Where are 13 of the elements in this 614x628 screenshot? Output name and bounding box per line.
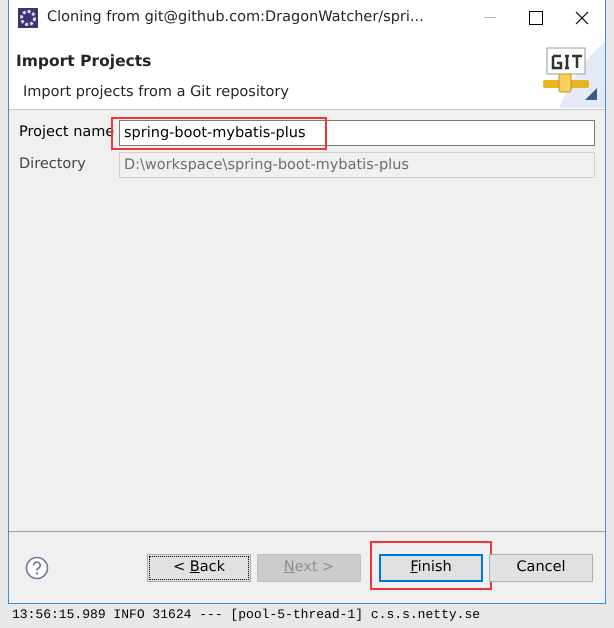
finish-button[interactable]: Finish (379, 554, 483, 582)
back-button[interactable]: < Back (147, 554, 251, 582)
page-title: Import Projects (16, 51, 152, 72)
window-title: Cloning from git@github.com:DragonWatcher/spri... (47, 8, 425, 28)
maximize-icon[interactable] (529, 11, 543, 25)
field-label: Directory (19, 155, 87, 174)
close-icon[interactable] (575, 11, 589, 25)
log-line: 13:56:15.989 INFO 31624 --- [pool-5-thread-1] c.s.s.netty.se (11, 606, 482, 624)
eclipse-icon (17, 7, 39, 29)
page-description: Import projects from a Git repository (23, 83, 289, 102)
project-name-field[interactable]: spring-boot-mybatis-plus (119, 120, 595, 146)
cancel-button[interactable]: Cancel (489, 554, 593, 582)
help-icon[interactable] (25, 556, 49, 580)
